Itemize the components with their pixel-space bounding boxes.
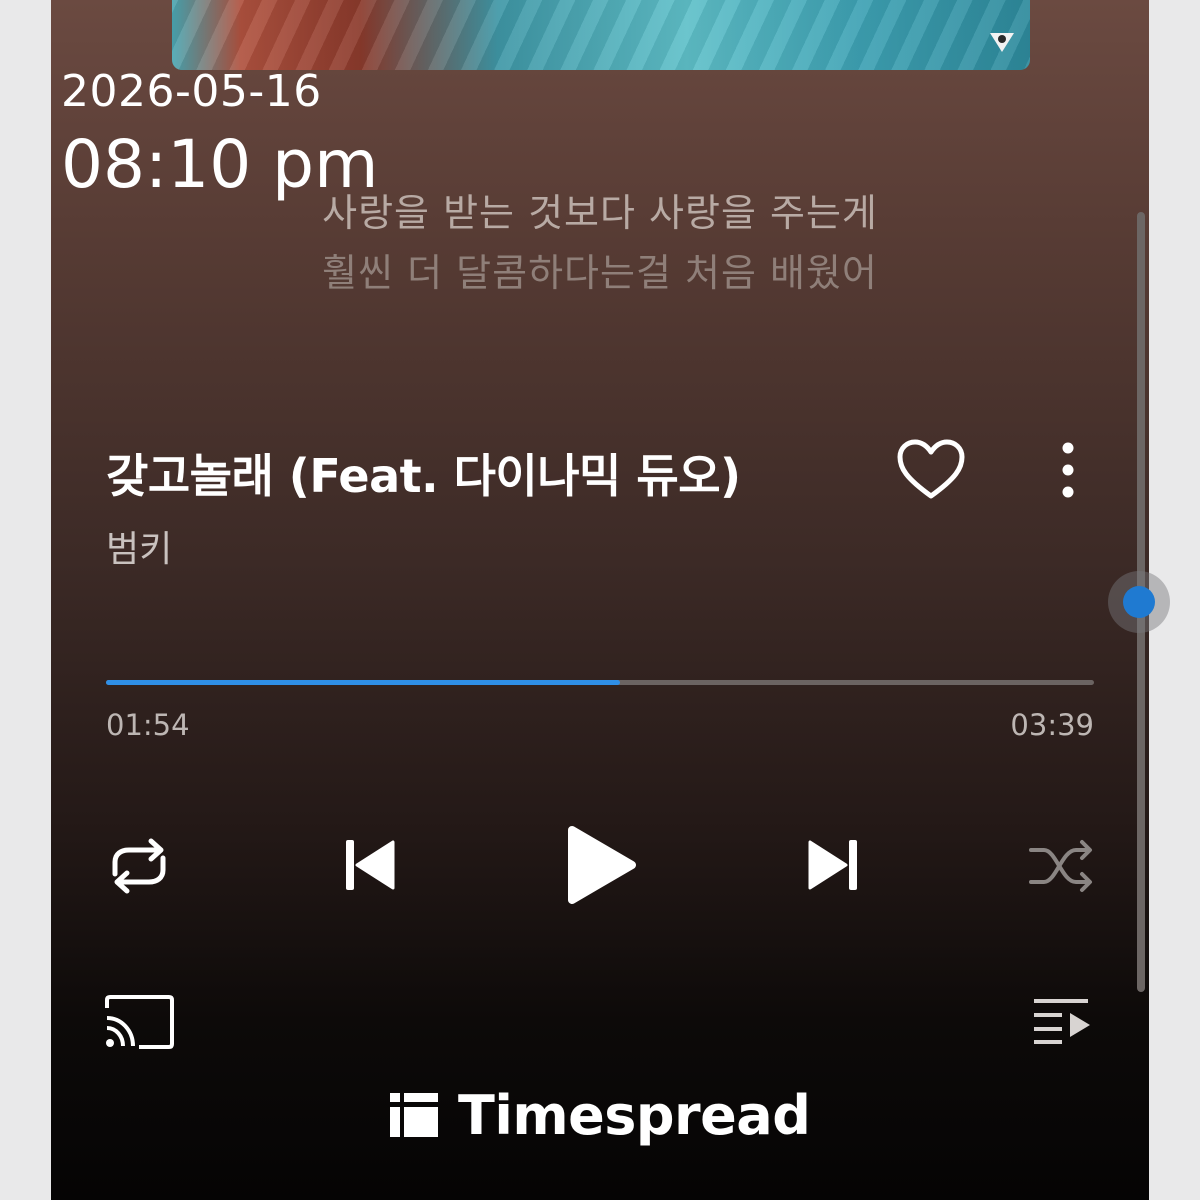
album-art[interactable]	[172, 0, 1030, 70]
album-art-texture	[172, 0, 1030, 70]
brand-watermark: Timespread	[390, 1080, 811, 1150]
queue-icon[interactable]	[1032, 996, 1092, 1046]
timespread-logo-icon	[390, 1093, 438, 1137]
skip-previous-icon[interactable]	[343, 836, 397, 894]
cast-icon[interactable]	[103, 994, 175, 1050]
artist-name[interactable]: 범키	[106, 520, 172, 572]
brand-name: Timespread	[458, 1083, 811, 1147]
overlay-date: 2026-05-16	[61, 66, 322, 117]
shuffle-icon[interactable]	[1028, 836, 1096, 896]
progress-bar[interactable]	[106, 680, 1094, 685]
total-duration: 03:39	[1010, 708, 1094, 742]
heart-icon[interactable]	[896, 438, 966, 502]
progress-bar-fill	[106, 680, 620, 685]
skip-next-icon[interactable]	[806, 836, 860, 894]
lyric-next-line[interactable]: 훨씬 더 달콤하다는걸 처음 배웠어	[51, 242, 1149, 297]
overlay-time: 08:10 pm	[61, 126, 379, 203]
more-vertical-icon[interactable]	[1052, 438, 1084, 502]
repeat-icon[interactable]	[101, 836, 177, 896]
elapsed-time: 01:54	[106, 708, 190, 742]
play-icon[interactable]	[560, 822, 640, 908]
location-badge-icon	[990, 33, 1014, 52]
scrollbar-handle-dot	[1123, 586, 1155, 618]
song-title: 갖고놀래 (Feat. 다이나믹 듀오)	[106, 449, 741, 503]
